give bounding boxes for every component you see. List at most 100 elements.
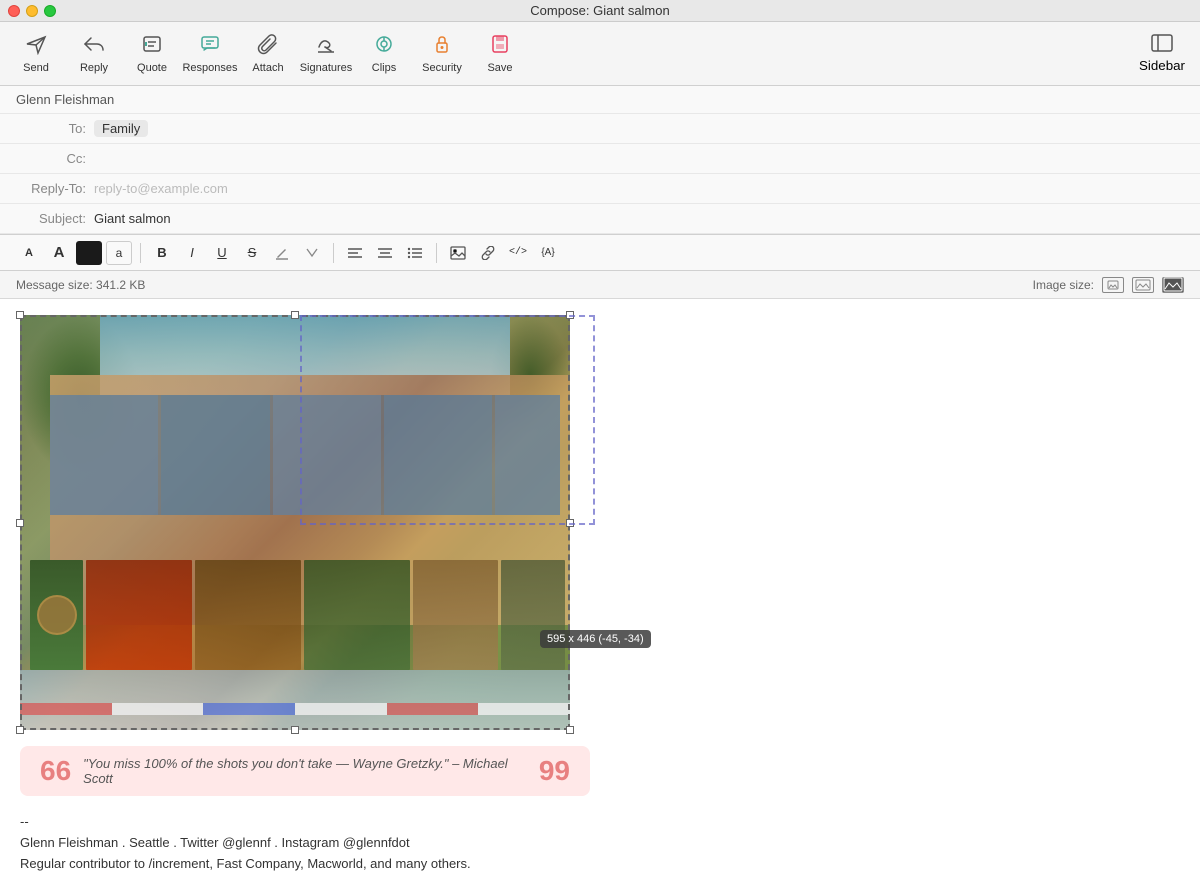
responses-label: Responses bbox=[182, 62, 237, 74]
subject-label: Subject: bbox=[16, 211, 86, 226]
quote-button[interactable]: Quote bbox=[124, 26, 180, 82]
resize-handle-bl[interactable] bbox=[16, 726, 24, 734]
minimize-button[interactable] bbox=[26, 5, 38, 17]
quote-mark-right: 99 bbox=[539, 757, 570, 785]
resize-handle-br[interactable] bbox=[566, 726, 574, 734]
from-name: Glenn Fleishman bbox=[16, 92, 114, 107]
security-label: Security bbox=[422, 62, 462, 74]
cc-input[interactable] bbox=[94, 151, 1184, 166]
underline-button[interactable]: U bbox=[209, 241, 235, 265]
signatures-button[interactable]: Signatures bbox=[298, 26, 354, 82]
resize-handle-tr[interactable] bbox=[566, 311, 574, 319]
subject-row: Subject: Giant salmon bbox=[0, 204, 1200, 234]
list-button[interactable] bbox=[402, 241, 428, 265]
cc-label: Cc: bbox=[16, 151, 86, 166]
responses-button[interactable]: Responses bbox=[182, 26, 238, 82]
signatures-icon bbox=[315, 33, 337, 59]
reply-to-input[interactable] bbox=[94, 181, 1184, 196]
body-area[interactable]: 595 x 446 (-45, -34) 66 "You miss 100% o… bbox=[0, 299, 1200, 890]
color-swatch[interactable] bbox=[76, 241, 102, 265]
reply-to-row: Reply-To: bbox=[0, 174, 1200, 204]
to-field[interactable]: Family bbox=[94, 120, 1184, 137]
toolbar: Send Reply Quote bbox=[0, 22, 1200, 86]
align-center-button[interactable] bbox=[372, 241, 398, 265]
sig-line2: Regular contributor to /increment, Fast … bbox=[20, 854, 1180, 875]
save-label: Save bbox=[487, 62, 512, 74]
font-smaller-button[interactable]: A bbox=[16, 241, 42, 265]
image-size-label: Image size: bbox=[1033, 278, 1094, 292]
quote-label: Quote bbox=[137, 62, 167, 74]
message-size-value: 341.2 KB bbox=[96, 278, 145, 292]
quote-icon bbox=[141, 33, 163, 59]
signature-area: -- Glenn Fleishman . Seattle . Twitter @… bbox=[20, 796, 1180, 874]
cc-row: Cc: bbox=[0, 144, 1200, 174]
hyperlink-button[interactable] bbox=[475, 241, 501, 265]
signatures-label: Signatures bbox=[300, 62, 353, 74]
sidebar-button[interactable]: Sidebar bbox=[1132, 26, 1192, 82]
recipient-tag-family[interactable]: Family bbox=[94, 120, 148, 137]
highlight-button[interactable] bbox=[269, 241, 295, 265]
quote-mark-left: 66 bbox=[40, 757, 71, 785]
attach-label: Attach bbox=[252, 62, 283, 74]
to-label: To: bbox=[16, 121, 86, 136]
status-bar: Message size: 341.2 KB Image size: bbox=[0, 271, 1200, 299]
header-fields: Glenn Fleishman To: Family Cc: Reply-To:… bbox=[0, 86, 1200, 235]
attach-icon bbox=[257, 33, 279, 59]
resize-handle-mr[interactable] bbox=[566, 519, 574, 527]
reply-to-label: Reply-To: bbox=[16, 181, 86, 196]
send-label: Send bbox=[23, 62, 49, 74]
save-button[interactable]: Save bbox=[472, 26, 528, 82]
security-button[interactable]: Security bbox=[414, 26, 470, 82]
sidebar-label: Sidebar bbox=[1139, 58, 1185, 73]
clips-button[interactable]: Clips bbox=[356, 26, 412, 82]
sig-line1: Glenn Fleishman . Seattle . Twitter @gle… bbox=[20, 833, 1180, 854]
fmt-separator-2 bbox=[333, 243, 334, 263]
font-larger-button[interactable]: A bbox=[46, 241, 72, 265]
sig-dash: -- bbox=[20, 812, 1180, 833]
resize-handle-tm[interactable] bbox=[291, 311, 299, 319]
letter-a-button[interactable]: a bbox=[106, 241, 132, 265]
fmt-separator-1 bbox=[140, 243, 141, 263]
security-icon bbox=[431, 33, 453, 59]
image-container[interactable]: 595 x 446 (-45, -34) bbox=[20, 315, 570, 730]
window-title: Compose: Giant salmon bbox=[530, 3, 669, 18]
fmt-separator-3 bbox=[436, 243, 437, 263]
align-left-button[interactable] bbox=[342, 241, 368, 265]
code-button[interactable]: </> bbox=[505, 241, 531, 265]
to-row: To: Family bbox=[0, 114, 1200, 144]
reply-label: Reply bbox=[80, 62, 108, 74]
inline-format-button[interactable] bbox=[299, 241, 325, 265]
reply-icon bbox=[83, 33, 105, 59]
title-bar: Compose: Giant salmon bbox=[0, 0, 1200, 22]
sidebar-icon bbox=[1151, 34, 1173, 55]
resize-handle-ml[interactable] bbox=[16, 519, 24, 527]
save-icon bbox=[489, 33, 511, 59]
building-photo bbox=[20, 315, 570, 730]
traffic-lights bbox=[8, 5, 56, 17]
close-button[interactable] bbox=[8, 5, 20, 17]
image-button[interactable] bbox=[445, 241, 471, 265]
strikethrough-button[interactable]: S bbox=[239, 241, 265, 265]
from-row: Glenn Fleishman bbox=[0, 86, 1200, 114]
clips-icon bbox=[373, 33, 395, 59]
image-size-medium-button[interactable] bbox=[1132, 277, 1154, 293]
format-toolbar: A A a B I U S </> {A} bbox=[0, 235, 1200, 271]
message-size-label: Message size: 341.2 KB bbox=[16, 278, 145, 292]
fullscreen-button[interactable] bbox=[44, 5, 56, 17]
resize-handle-tl[interactable] bbox=[16, 311, 24, 319]
status-right: Image size: bbox=[1033, 277, 1184, 293]
quote-banner: 66 "You miss 100% of the shots you don't… bbox=[20, 746, 590, 796]
image-size-small-button[interactable] bbox=[1102, 277, 1124, 293]
clips-label: Clips bbox=[372, 62, 396, 74]
image-size-large-button[interactable] bbox=[1162, 277, 1184, 293]
italic-button[interactable]: I bbox=[179, 241, 205, 265]
reply-button[interactable]: Reply bbox=[66, 26, 122, 82]
bold-button[interactable]: B bbox=[149, 241, 175, 265]
send-button[interactable]: Send bbox=[8, 26, 64, 82]
attach-button[interactable]: Attach bbox=[240, 26, 296, 82]
subject-text: Giant salmon bbox=[94, 211, 171, 226]
variable-button[interactable]: {A} bbox=[535, 241, 561, 265]
responses-icon bbox=[199, 33, 221, 59]
send-icon bbox=[25, 33, 47, 59]
resize-handle-bm[interactable] bbox=[291, 726, 299, 734]
